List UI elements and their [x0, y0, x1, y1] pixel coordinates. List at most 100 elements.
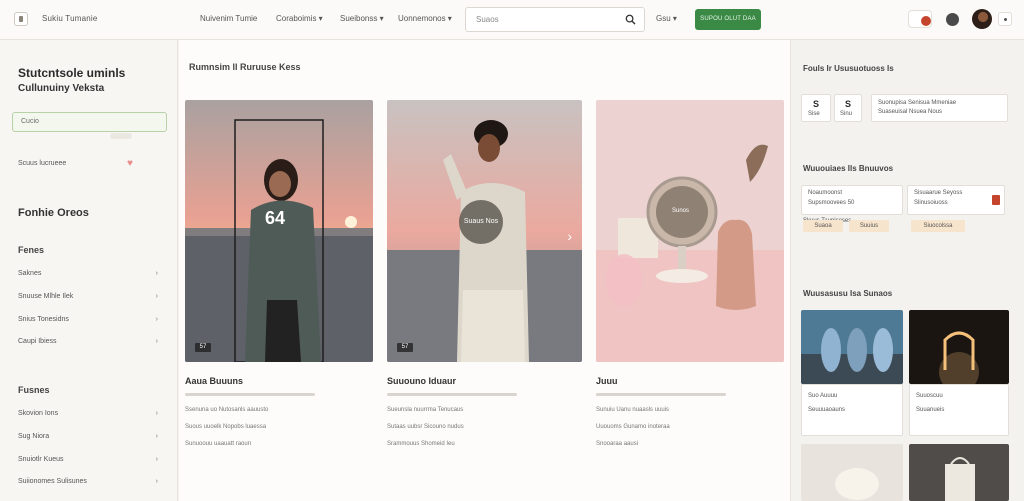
stat-tile[interactable]: S Sinu [834, 94, 862, 122]
sidebar-search-input[interactable]: Cucio [12, 112, 167, 132]
thumbnail-caption-box: Suo Auuuu Seuuuaoauns [801, 384, 903, 436]
info-box[interactable]: Noaumoonst Supsmoovees 50 [801, 185, 903, 215]
thumbnail-image[interactable] [801, 444, 903, 501]
card-image[interactable]: 64 57 [185, 100, 373, 362]
info-box[interactable]: Sisuaarue Seyoss Slinusoiuoss [907, 185, 1005, 215]
sidebar-item[interactable]: Snuuse Mlhle Ilek › [18, 293, 160, 300]
thumbnail-image[interactable] [801, 310, 903, 384]
info-line: Slinusoiuoss [914, 200, 948, 206]
more-menu-icon[interactable] [998, 12, 1012, 26]
card-text: Uuouoms Gunamo inoteraa [596, 424, 670, 430]
messages-icon[interactable] [946, 13, 959, 26]
sidebar-item[interactable]: Skovion Ions › [18, 410, 160, 417]
card-title[interactable]: Suuouno Iduaur [387, 376, 456, 386]
card-image[interactable]: Suaus Nos › 57 [387, 100, 582, 362]
primary-cta-button[interactable]: SUPOU OLUT DAA [695, 9, 761, 30]
chevron-right-icon: › [155, 433, 158, 440]
card-title[interactable]: Juuu [596, 376, 618, 386]
sidebar-item-label: Snius Tonesidns [18, 316, 69, 323]
card-title[interactable]: Aaua Buuuns [185, 376, 243, 386]
photo-count-badge: 57 [397, 343, 413, 352]
nav-item-4[interactable]: Uonnemonos ▾ [398, 14, 452, 23]
chevron-right-icon: › [155, 270, 158, 277]
stat-value: S [845, 99, 852, 109]
stat-label: Sise [808, 111, 820, 117]
card-text: Sueunsla nuurrma Tenucaus [387, 407, 464, 413]
page-title: Rumnsim ll Ruruuse Kess [189, 62, 301, 72]
thumbnail-image[interactable] [909, 444, 1009, 501]
group2-title: Fusnes [18, 385, 50, 395]
card-text: Sutaas uubsr Sicouno nudus [387, 424, 464, 430]
info-line: Supsmoovees 50 [808, 200, 855, 206]
sidebar-item-label: Caupi Ibiess [18, 338, 57, 345]
caption-line: Suuanueis [916, 407, 945, 413]
card-text: Ssenuna uo Nutosanls aauusto [185, 407, 269, 413]
sidebar-item[interactable]: Caupi Ibiess › [18, 338, 160, 345]
search-bar[interactable]: Suaos [465, 7, 645, 32]
card-meta-bar [185, 393, 315, 396]
main-content: Rumnsim ll Ruruuse Kess 64 57 Aaua Buuun… [179, 40, 790, 501]
bookmark-icon[interactable] [992, 195, 1000, 205]
card-meta-bar [596, 393, 726, 396]
nav-item-2[interactable]: Coraboimis ▾ [276, 14, 323, 23]
sidebar-search-placeholder: Cucio [21, 118, 39, 125]
logo-icon[interactable] [14, 12, 28, 26]
card-text: Srammouus Shomeid Ieu [387, 441, 455, 447]
sidebar-item[interactable]: Snuiotlr Kueus › [18, 456, 160, 463]
help-dropdown[interactable]: Gsu ▾ [656, 14, 677, 23]
favorites-link[interactable]: Scuus lucrueee [18, 160, 66, 167]
sidebar-item-label: Sug Niora [18, 433, 50, 440]
thumbnail-caption-box: Suuoscuu Suuanueis [909, 384, 1009, 436]
sidebar-item-label: Skovion Ions [18, 410, 59, 417]
caption-line: Suo Auuuu [808, 393, 838, 399]
search-icon[interactable] [625, 14, 636, 25]
overlay-text: Sunos [672, 208, 690, 214]
card-meta-bar [387, 393, 517, 396]
sidebar-item-label: Saknes [18, 270, 42, 277]
brand-name[interactable]: Sukiu Tumanie [42, 14, 98, 23]
stat-label: Sinu [840, 111, 853, 117]
sidebar-item[interactable]: Suiionomes Sulisunes › [18, 478, 160, 485]
stat-note: Suonupisa Senisua Mmeniae Suaseuisal Nsu… [871, 94, 1008, 122]
notification-badge-icon [921, 16, 931, 26]
sidebar-item[interactable]: Saknes › [18, 270, 160, 277]
chevron-right-icon: › [155, 316, 158, 323]
card-image[interactable]: Sunos [596, 100, 784, 362]
stat-tile[interactable]: S Sise [801, 94, 831, 122]
info-line: Noaumoonst [808, 190, 843, 196]
sidebar-item-label: Suiionomes Sulisunes [18, 478, 87, 485]
thumbnail-image[interactable] [909, 310, 1009, 384]
nav-item-1[interactable]: Nuivenim Tumie [200, 14, 257, 23]
chevron-right-icon: › [155, 410, 158, 417]
card-text: Sunuoouu uaauatt raoun [185, 441, 252, 447]
sidebar-item[interactable]: Snius Tonesidns › [18, 316, 160, 323]
chevron-right-icon: › [155, 478, 158, 485]
filter-pill[interactable] [110, 133, 132, 139]
overlay-text: Suaus Nos [459, 200, 503, 244]
search-placeholder: Suaos [476, 15, 499, 24]
card-text: Snooaraa aausi [596, 441, 639, 447]
sidebar-title: Stutcntsole uminls [18, 66, 126, 80]
caption-line: Seuuuaoauns [808, 407, 846, 413]
chip[interactable]: Suuius [849, 220, 889, 232]
group1-title: Fenes [18, 245, 45, 255]
card-text: Sunuiu Uanu nuaasls uuuis [596, 407, 670, 413]
sidebar-item[interactable]: Sug Niora › [18, 433, 160, 440]
nav-item-3[interactable]: Sueibonss ▾ [340, 14, 384, 23]
info-line: Sisuaarue Seyoss [914, 190, 963, 196]
section-heading: Fonhie Oreos [18, 207, 89, 219]
card-text: Suous uuoelk Nopobs luaessa [185, 424, 267, 430]
right-heading-2: Wuuouiaes Ils Bnuuvos [803, 164, 894, 173]
heart-icon[interactable]: ♥ [127, 159, 137, 169]
photo-count-badge: 57 [195, 343, 211, 352]
chip[interactable]: Suaoa [803, 220, 843, 232]
notification-button[interactable] [908, 10, 932, 28]
caption-line: Suuoscuu [916, 393, 943, 399]
avatar[interactable] [972, 9, 992, 29]
chevron-right-icon: › [155, 456, 158, 463]
chip[interactable]: Siuocolssa [911, 220, 965, 232]
chevron-right-icon[interactable]: › [567, 228, 572, 244]
right-heading-1: Fouls Ir Ususuotuoss Is [803, 64, 894, 73]
sidebar-subtitle: Cullunuiny Veksta [18, 83, 105, 94]
right-heading-3: Wuusasusu Isa Sunaos [803, 289, 893, 298]
